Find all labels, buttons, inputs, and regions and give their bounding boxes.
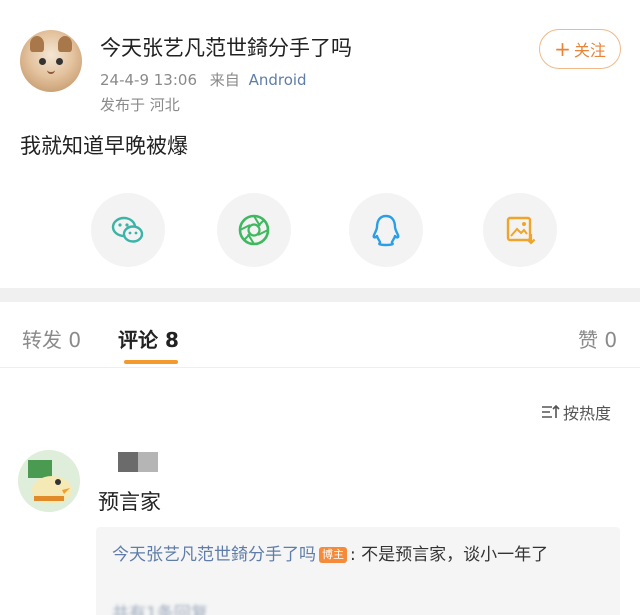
post-content: 我就知道早晚被爆 [20, 134, 188, 158]
share-qq-button[interactable] [349, 193, 423, 267]
sort-icon [542, 404, 560, 418]
post-meta: 24-4-9 13:06 来自 Android [100, 69, 307, 90]
commenter-name-redacted [118, 452, 160, 472]
follow-button[interactable]: + 关注 [539, 29, 621, 69]
tab-likes[interactable]: 赞 0 [578, 324, 617, 353]
qq-icon [372, 214, 400, 247]
sort-button[interactable]: 按热度 [541, 400, 611, 424]
plus-icon: + [554, 37, 571, 61]
post-source[interactable]: Android [249, 71, 307, 89]
save-image-button[interactable] [483, 193, 557, 267]
share-wechat-button[interactable] [91, 193, 165, 267]
author-avatar[interactable] [20, 30, 82, 92]
author-badge: 博主 [319, 547, 347, 563]
more-replies-link[interactable]: 共有1条回复 [112, 599, 208, 615]
share-moments-button[interactable] [217, 193, 291, 267]
reply-content: 今天张艺凡范世錡分手了吗 博主: 不是预言家，谈小一年了 [112, 541, 582, 569]
tab-repost[interactable]: 转发 0 [22, 324, 81, 353]
reply-text: : 不是预言家，谈小一年了 [350, 545, 549, 565]
source-prefix: 来自 [209, 71, 240, 89]
sort-label: 按热度 [563, 404, 612, 423]
moments-icon [238, 214, 270, 246]
save-image-icon [506, 216, 536, 245]
tab-comments[interactable]: 评论 8 [118, 324, 179, 353]
tab-bar: 转发 0 评论 8 赞 0 [0, 302, 640, 368]
reply-box[interactable]: 今天张艺凡范世錡分手了吗 博主: 不是预言家，谈小一年了 共有1条回复 [96, 527, 620, 615]
follow-label: 关注 [573, 41, 606, 60]
post-timestamp: 24-4-9 13:06 [100, 71, 197, 89]
commenter-avatar[interactable] [18, 450, 80, 512]
reply-author[interactable]: 今天张艺凡范世錡分手了吗 [112, 545, 316, 565]
wechat-icon [111, 216, 144, 243]
section-divider [0, 288, 640, 302]
post-location: 发布于 河北 [100, 96, 180, 114]
post-card: 今天张艺凡范世錡分手了吗 24-4-9 13:06 来自 Android 发布于… [0, 0, 640, 288]
active-tab-indicator [124, 360, 178, 364]
author-name[interactable]: 今天张艺凡范世錡分手了吗 [100, 32, 352, 62]
comment-text: 预言家 [98, 490, 161, 514]
